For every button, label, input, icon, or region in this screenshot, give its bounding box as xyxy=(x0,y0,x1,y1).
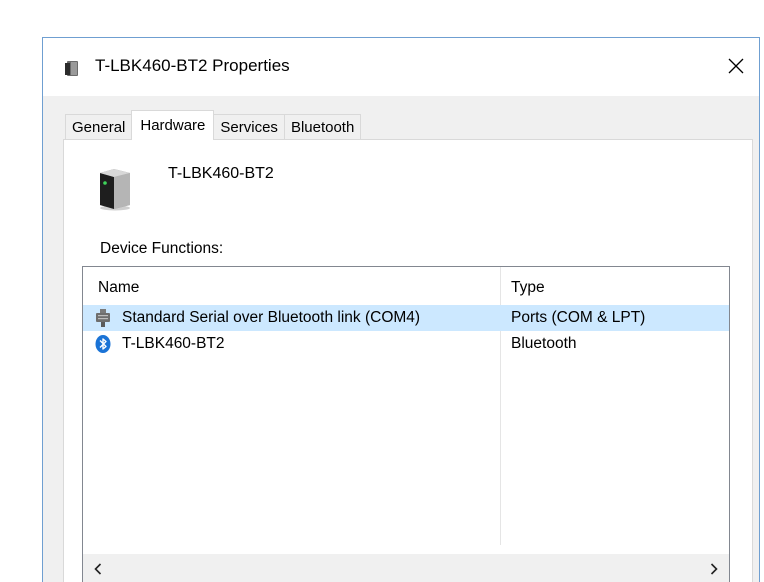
row-type: Ports (COM & LPT) xyxy=(511,309,646,326)
title-bar[interactable]: T-LBK460-BT2 Properties xyxy=(43,38,759,96)
column-header-type[interactable]: Type xyxy=(511,279,545,297)
column-header-name[interactable]: Name xyxy=(98,279,139,297)
row-name: T-LBK460-BT2 xyxy=(122,335,225,352)
device-functions-list[interactable]: Name Type Standard Serial over Bluetooth… xyxy=(82,266,730,582)
properties-dialog: T-LBK460-BT2 Properties General Hardware… xyxy=(42,37,760,582)
chevron-right-icon xyxy=(710,562,718,575)
device-title-icon xyxy=(65,60,79,77)
close-button[interactable] xyxy=(713,38,759,94)
row-name: Standard Serial over Bluetooth link (COM… xyxy=(122,309,421,326)
serial-port-icon xyxy=(95,309,111,327)
window-title: T-LBK460-BT2 Properties xyxy=(95,56,290,75)
tab-bluetooth[interactable]: Bluetooth xyxy=(283,114,362,140)
list-row-serial-port[interactable]: Standard Serial over Bluetooth link (COM… xyxy=(83,305,729,331)
tab-strip: General Hardware Services Bluetooth xyxy=(65,110,362,140)
scroll-left-button[interactable] xyxy=(83,554,113,582)
tab-hardware[interactable]: Hardware xyxy=(131,110,215,140)
scroll-right-button[interactable] xyxy=(699,554,729,582)
desktop-background: T-LBK460-BT2 Properties General Hardware… xyxy=(0,0,764,582)
bluetooth-icon xyxy=(95,335,111,353)
chevron-left-icon xyxy=(94,562,102,575)
hardware-tab-panel: T-LBK460-BT2 Device Functions: Name Type xyxy=(63,139,753,582)
horizontal-scrollbar[interactable] xyxy=(83,554,729,582)
tab-general[interactable]: General xyxy=(65,114,133,140)
row-type: Bluetooth xyxy=(511,335,577,352)
close-icon xyxy=(728,58,744,74)
device-name: T-LBK460-BT2 xyxy=(168,165,274,182)
list-header: Name Type xyxy=(83,267,729,305)
tab-services[interactable]: Services xyxy=(213,114,285,140)
dialog-client-area: General Hardware Services Bluetooth T-LB… xyxy=(43,96,759,582)
printer-device-icon xyxy=(98,167,132,211)
device-functions-label: Device Functions: xyxy=(100,240,224,257)
list-row-bluetooth[interactable]: T-LBK460-BT2 Bluetooth xyxy=(83,331,729,357)
